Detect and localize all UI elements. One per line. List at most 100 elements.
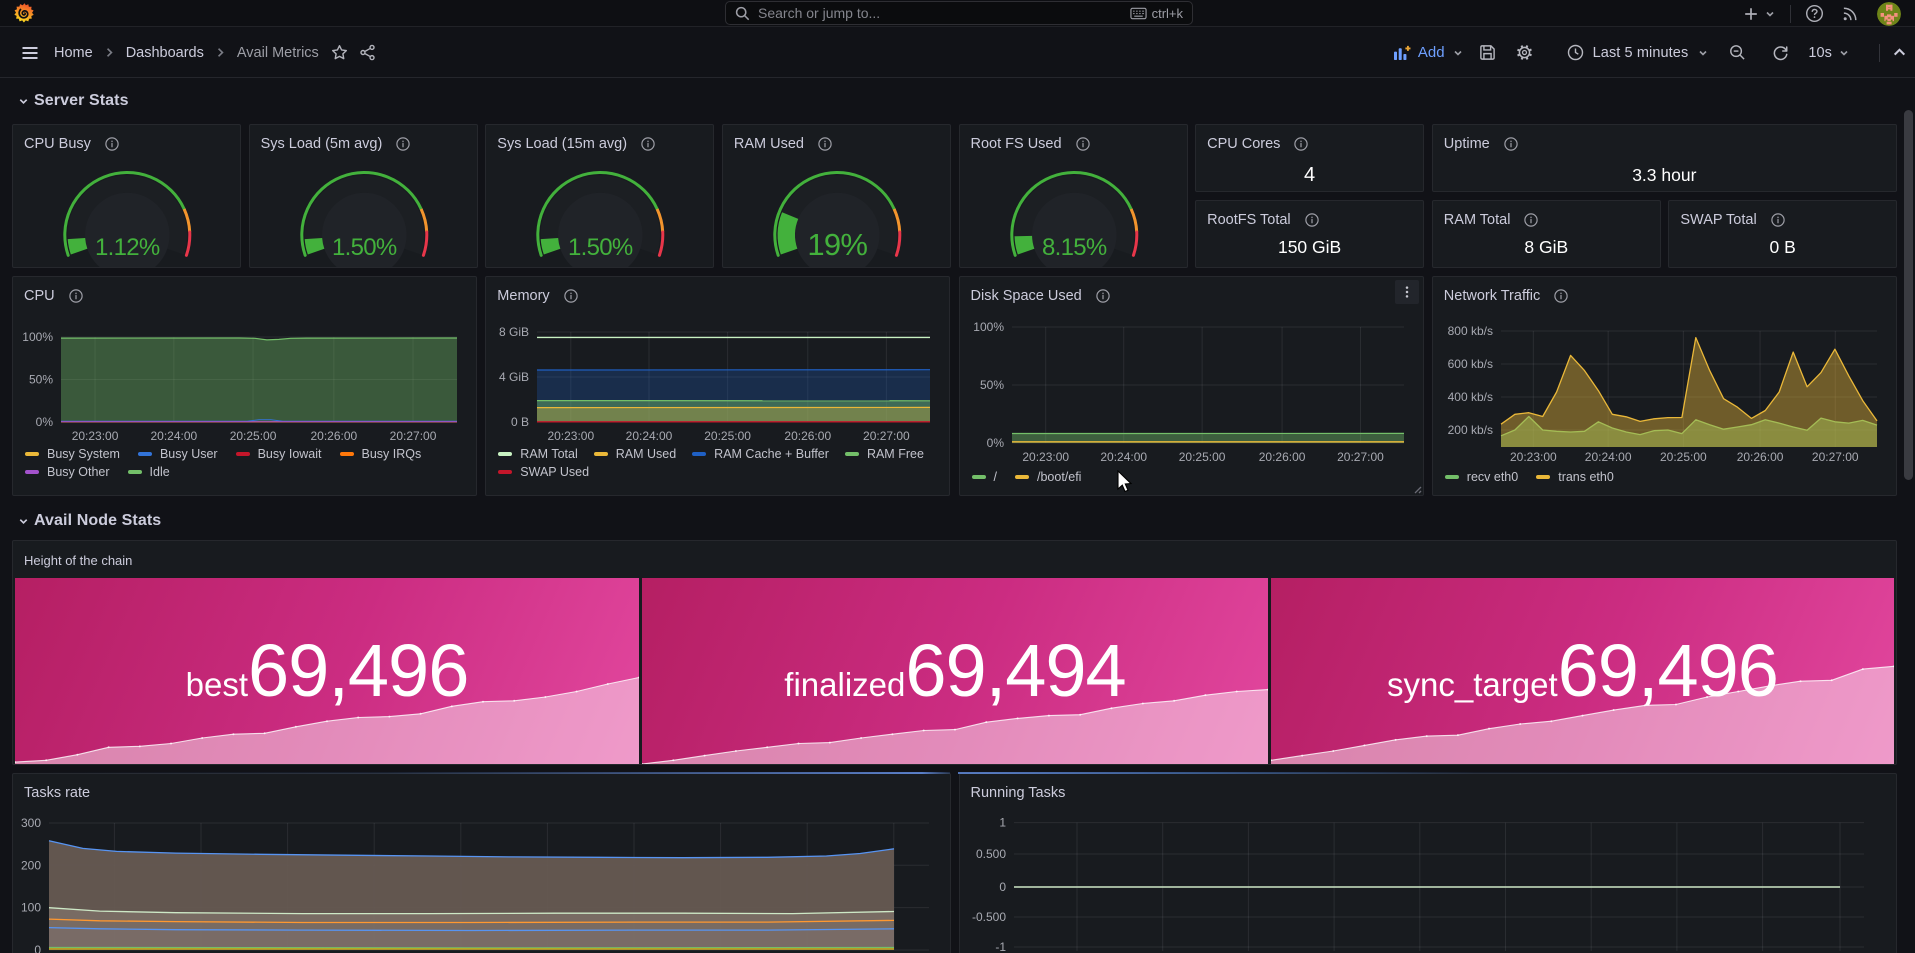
gauge-chart: 19% <box>723 125 950 267</box>
legend-swatch <box>1445 475 1459 479</box>
breadcrumb-current: Avail Metrics <box>237 45 319 61</box>
legend-label: RAM Total <box>520 447 577 461</box>
panel-title: Height of the chain <box>24 553 132 568</box>
news-button[interactable] <box>1842 5 1859 22</box>
legend-item[interactable]: RAM Total <box>498 447 577 461</box>
share-button[interactable] <box>359 44 376 61</box>
legend-item[interactable]: Busy System <box>25 447 120 461</box>
x-axis-label: 20:23:00 <box>72 429 119 443</box>
legend: recv eth0 trans eth0 <box>1445 470 1875 484</box>
save-icon <box>1479 44 1496 61</box>
x-axis-label: 20:26:00 <box>1737 450 1784 464</box>
legend-item[interactable]: Busy User <box>138 447 218 461</box>
search-placeholder: Search or jump to... <box>758 5 1130 21</box>
legend-label: Busy System <box>47 447 120 461</box>
collapse-toolbar-button[interactable] <box>1888 37 1911 69</box>
chart-tasksrate: 0100200300 <box>13 774 951 953</box>
help-button[interactable] <box>1805 4 1824 23</box>
gauge-value: 8.15% <box>1042 234 1107 261</box>
refresh-button[interactable] <box>1768 37 1793 69</box>
y-axis-label: 4 GiB <box>499 370 529 384</box>
time-range-picker[interactable]: Last 5 minutes <box>1555 37 1722 69</box>
legend-item[interactable]: /boot/efi <box>1015 470 1081 484</box>
y-axis-label: 800 kb/s <box>1447 324 1492 338</box>
gauge-chart: 1.50% <box>250 125 477 267</box>
panel-sys-load-15m: Sys Load (15m avg)1.50% <box>485 124 714 268</box>
y-axis-label: 0.500 <box>975 847 1005 861</box>
legend-item[interactable]: Busy Other <box>25 465 110 479</box>
add-label: Add <box>1418 44 1445 61</box>
menu-toggle-button[interactable] <box>12 37 48 69</box>
x-axis-label: 20:27:00 <box>1337 450 1384 464</box>
y-axis-label: 50% <box>979 378 1003 392</box>
gauge-chart: 1.12% <box>13 125 240 267</box>
panel-title: RootFS Total <box>1207 212 1291 228</box>
legend-swatch <box>692 452 706 456</box>
divider <box>1879 44 1880 62</box>
legend: Busy System Busy User Busy Iowait Busy IRQs… <box>25 447 455 479</box>
section-title: Server Stats <box>34 92 129 110</box>
gear-icon <box>1515 43 1534 62</box>
chevron-down-icon <box>1452 47 1464 59</box>
legend-item[interactable]: Busy Iowait <box>236 447 322 461</box>
dashboard-toolbar: Home Dashboards Avail Metrics Add Last 5… <box>0 27 1915 78</box>
legend-item[interactable]: RAM Free <box>845 447 924 461</box>
legend-item[interactable]: Busy IRQs <box>340 447 422 461</box>
stat-best[interactable]: best69,496 <box>15 578 639 764</box>
legend-label: Busy User <box>160 447 218 461</box>
resize-handle[interactable] <box>1412 484 1422 494</box>
info-icon[interactable] <box>1771 213 1785 227</box>
legend-item[interactable]: / <box>972 470 997 484</box>
y-axis-label: -0.500 <box>971 910 1005 924</box>
gauge-chart: 1.50% <box>486 125 713 267</box>
save-dashboard-button[interactable] <box>1475 37 1500 69</box>
legend-item[interactable]: RAM Cache + Buffer <box>692 447 829 461</box>
y-axis-label: 50% <box>29 373 53 387</box>
gauge-value: 1.50% <box>332 234 397 261</box>
section-title: Avail Node Stats <box>34 512 161 530</box>
info-icon[interactable] <box>1524 213 1538 227</box>
grafana-logo[interactable] <box>13 2 35 24</box>
stat-value: 69,496 <box>1558 628 1778 713</box>
stat-value: 3.3 hour <box>1433 159 1896 191</box>
panel-title: SWAP Total <box>1680 212 1756 228</box>
breadcrumb-home[interactable]: Home <box>54 45 93 61</box>
breadcrumb-dashboards[interactable]: Dashboards <box>126 45 204 61</box>
shortcut-label: ctrl+k <box>1152 6 1183 21</box>
x-axis-label: 20:23:00 <box>1022 450 1069 464</box>
legend-item[interactable]: recv eth0 <box>1445 470 1518 484</box>
user-avatar[interactable] <box>1877 2 1901 26</box>
scrollbar-thumb[interactable] <box>1904 110 1913 480</box>
search-input[interactable]: Search or jump to... ctrl+k <box>725 1 1193 25</box>
dashboard-settings-button[interactable] <box>1511 37 1538 69</box>
stat-sync-target[interactable]: sync_target69,496 <box>1271 578 1894 764</box>
legend-swatch <box>25 470 39 474</box>
legend-item[interactable]: SWAP Used <box>498 465 589 479</box>
favorite-button[interactable] <box>331 44 348 61</box>
x-axis-label: 20:25:00 <box>705 429 752 443</box>
new-button[interactable] <box>1743 6 1776 22</box>
stat-label: finalized <box>784 666 905 704</box>
add-panel-button[interactable]: Add <box>1381 37 1476 69</box>
legend-item[interactable]: trans eth0 <box>1536 470 1614 484</box>
avatar-image <box>1877 2 1901 26</box>
info-icon[interactable] <box>1305 213 1319 227</box>
info-icon[interactable] <box>1504 137 1518 151</box>
stat-finalized[interactable]: finalized69,494 <box>642 578 1268 764</box>
legend-item[interactable]: Idle <box>128 465 170 479</box>
x-axis-label: 20:26:00 <box>1258 450 1305 464</box>
stat-value: 8 GiB <box>1433 235 1660 259</box>
x-axis-label: 20:25:00 <box>1660 450 1707 464</box>
refresh-interval-picker[interactable]: 10s <box>1806 37 1852 69</box>
stat-value: 69,496 <box>248 628 468 713</box>
row-avail-node-stats[interactable]: Avail Node Stats <box>18 512 161 530</box>
row-server-stats[interactable]: Server Stats <box>18 92 129 110</box>
zoom-out-button[interactable] <box>1725 37 1750 69</box>
legend-swatch <box>1536 475 1550 479</box>
legend-label: / <box>994 470 997 484</box>
legend-item[interactable]: RAM Used <box>594 447 676 461</box>
clock-icon <box>1567 44 1584 61</box>
panel-title: CPU Cores <box>1207 136 1280 152</box>
panel-ram-total: RAM Total8 GiB <box>1432 200 1661 268</box>
info-icon[interactable] <box>1294 137 1308 151</box>
